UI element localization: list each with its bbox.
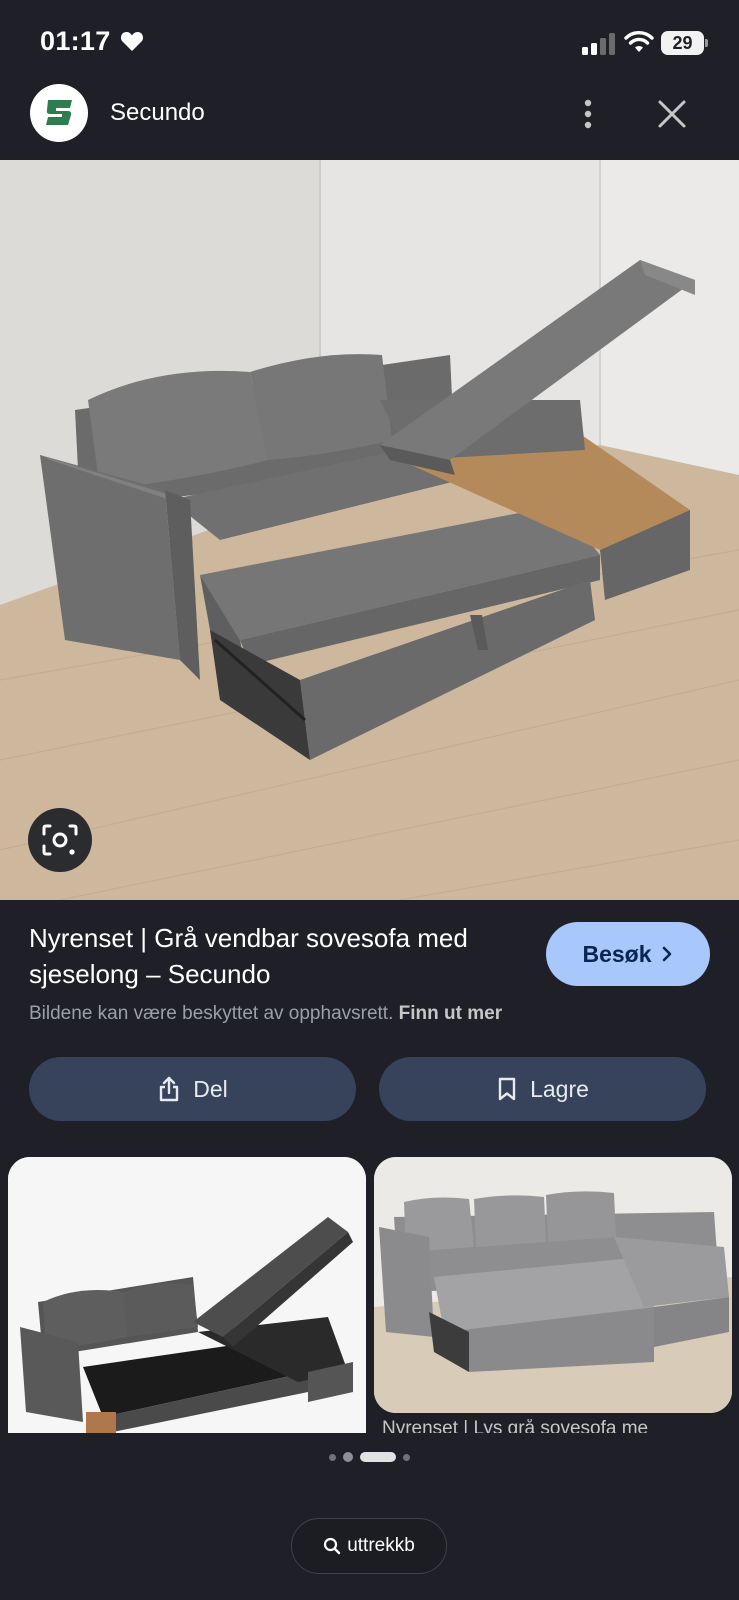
related-image-2-caption[interactable]: Nyrenset | Lys grå sovesofa me (382, 1419, 732, 1433)
result-header: Secundo (0, 84, 739, 160)
related-image-1[interactable] (8, 1157, 366, 1433)
pager-dot[interactable] (343, 1452, 353, 1462)
main-product-image[interactable] (0, 160, 739, 900)
site-name[interactable]: Secundo (110, 99, 205, 127)
search-query-text: uttrekkb (347, 1535, 415, 1556)
share-icon (160, 1076, 179, 1102)
status-bar: 01:17 29 (0, 0, 739, 88)
pager-dot[interactable] (329, 1453, 336, 1461)
heart-icon (120, 32, 144, 51)
sofa-thumbnail-dark (8, 1157, 366, 1433)
copyright-notice: Bildene kan være beskyttet av opphavsret… (29, 1003, 502, 1025)
share-button[interactable]: Del (29, 1057, 356, 1121)
battery-level: 29 (661, 31, 704, 55)
save-button[interactable]: Lagre (379, 1057, 706, 1121)
battery-icon: 29 (661, 31, 709, 55)
chevron-right-icon (662, 946, 671, 962)
related-image-2[interactable] (374, 1157, 732, 1413)
bookmark-icon (498, 1077, 516, 1101)
google-lens-icon (42, 824, 78, 856)
sofa-thumbnail-light (374, 1157, 732, 1413)
close-icon[interactable] (656, 98, 688, 130)
visit-button[interactable]: Besøk (546, 922, 710, 986)
share-label: Del (193, 1075, 228, 1102)
sofa-bed-photo (0, 160, 739, 900)
signal-icon (582, 33, 615, 55)
google-lens-button[interactable] (28, 808, 92, 872)
related-caption-text: Nyrenset | Lys grå sovesofa me (382, 1419, 649, 1433)
pager-dot[interactable] (403, 1453, 410, 1461)
learn-more-link[interactable]: Finn ut mer (399, 1003, 502, 1024)
search-query-pill[interactable]: uttrekkb (291, 1518, 447, 1574)
site-logo-mark (32, 86, 86, 140)
site-logo[interactable] (30, 84, 88, 142)
result-title[interactable]: Nyrenset | Grå vendbar sovesofa med sjes… (29, 920, 499, 992)
wifi-icon (624, 31, 654, 52)
pager-dot-active[interactable] (360, 1452, 396, 1462)
more-vertical-icon[interactable] (568, 94, 608, 134)
visit-label: Besøk (582, 940, 652, 967)
status-time: 01:17 (40, 26, 111, 56)
copyright-text: Bildene kan være beskyttet av opphavsret… (29, 1003, 394, 1024)
save-label: Lagre (530, 1075, 589, 1102)
carousel-pager (0, 1450, 739, 1464)
search-icon (324, 1537, 341, 1555)
battery-tip (705, 39, 708, 47)
